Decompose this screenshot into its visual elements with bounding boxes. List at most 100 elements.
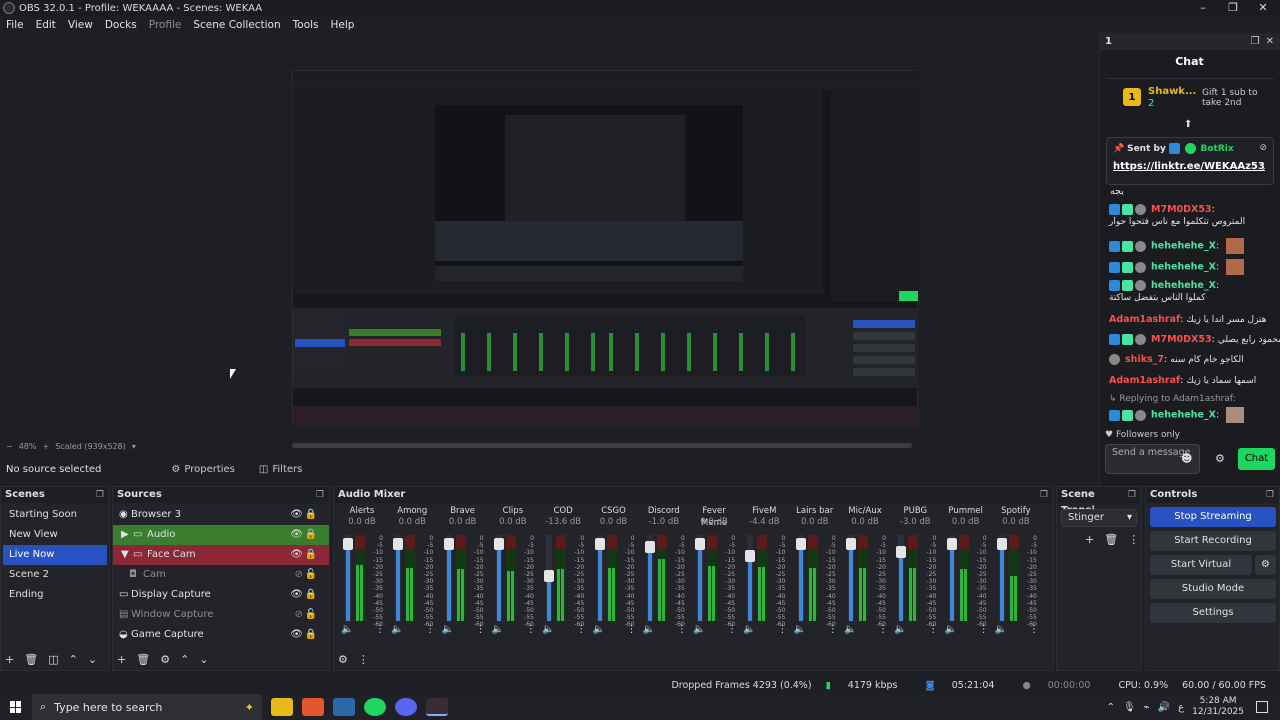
move-down-icon[interactable]: ⌄ bbox=[88, 653, 97, 666]
remove-source-icon[interactable]: 🗑 bbox=[136, 653, 150, 666]
scale-dropdown-icon[interactable]: ▾ bbox=[132, 442, 136, 451]
speaker-icon[interactable]: 🔈 bbox=[894, 624, 906, 635]
windows-start-icon[interactable] bbox=[10, 701, 22, 713]
settings-button[interactable]: Settings bbox=[1150, 603, 1276, 623]
menu-help[interactable]: Help bbox=[331, 19, 355, 31]
move-up-icon[interactable]: ⌃ bbox=[180, 653, 189, 666]
chat-username[interactable]: Adam1ashraf bbox=[1109, 375, 1180, 386]
volume-fader[interactable] bbox=[594, 535, 605, 621]
fader-handle[interactable] bbox=[695, 538, 706, 550]
network-icon[interactable]: ⌁ bbox=[1144, 702, 1150, 713]
scene-item[interactable]: Scene 2 bbox=[3, 565, 107, 585]
fader-handle[interactable] bbox=[996, 538, 1007, 550]
pinned-link[interactable]: https://linktr.ee/WEKAAz53 bbox=[1113, 161, 1265, 172]
chat-dock-tab[interactable]: 1 bbox=[1105, 36, 1112, 47]
volume-icon[interactable]: 🔊 bbox=[1158, 702, 1170, 713]
gift-text[interactable]: Gift 1 sub to take 2nd bbox=[1202, 88, 1270, 108]
move-up-icon[interactable]: ⌃ bbox=[69, 653, 78, 666]
lock-icon[interactable]: 🔒 bbox=[305, 525, 317, 545]
channel-menu-icon[interactable]: ⋮ bbox=[576, 624, 586, 635]
remove-transition-icon[interactable]: 🗑 bbox=[1104, 533, 1118, 546]
chat-username[interactable]: shiks_7 bbox=[1125, 354, 1164, 365]
file-explorer-icon[interactable] bbox=[271, 698, 293, 716]
menu-scene-collection[interactable]: Scene Collection bbox=[193, 19, 280, 31]
hidden-eye-icon[interactable]: ⊘ bbox=[295, 565, 303, 585]
transition-select[interactable]: Stinger ▾ bbox=[1061, 509, 1137, 527]
speaker-icon[interactable]: 🔈 bbox=[743, 624, 755, 635]
chat-settings-icon[interactable]: ⚙ bbox=[1215, 452, 1225, 465]
tray-overflow-icon[interactable]: ⌃ bbox=[1107, 702, 1115, 713]
channel-menu-icon[interactable]: ⋮ bbox=[979, 624, 989, 635]
fader-handle[interactable] bbox=[594, 538, 605, 550]
scenes-undock-icon[interactable]: ❐ bbox=[96, 487, 104, 503]
channel-menu-icon[interactable]: ⋮ bbox=[828, 624, 838, 635]
unpin-icon[interactable]: ⊘ bbox=[1259, 143, 1267, 153]
scene-item-selected[interactable]: Live Now bbox=[3, 545, 107, 565]
source-item-facecam-group[interactable]: ▼ ▭ Face Cam 👁 🔒 bbox=[113, 545, 329, 565]
chat-username[interactable]: hehehehe_X bbox=[1151, 262, 1216, 273]
visibility-eye-icon[interactable]: 👁 bbox=[290, 525, 303, 545]
source-properties-icon[interactable]: ⚙ bbox=[160, 653, 170, 666]
start-virtual-camera-button[interactable]: Start Virtual Camera bbox=[1150, 555, 1252, 590]
menu-profile[interactable]: Profile bbox=[149, 19, 182, 31]
fader-handle[interactable] bbox=[443, 538, 454, 550]
fader-handle[interactable] bbox=[644, 541, 655, 553]
pinned-expand-icon[interactable]: ⌄ bbox=[1259, 163, 1267, 173]
speaker-icon[interactable]: 🔈 bbox=[442, 624, 454, 635]
fader-handle[interactable] bbox=[846, 538, 856, 550]
remove-scene-icon[interactable]: 🗑 bbox=[24, 653, 38, 666]
chat-dock-float-icon[interactable]: ❐ bbox=[1251, 36, 1260, 47]
volume-fader[interactable] bbox=[896, 535, 907, 621]
volume-fader[interactable] bbox=[846, 535, 856, 621]
channel-menu-icon[interactable]: ⋮ bbox=[526, 624, 536, 635]
scene-item[interactable]: Ending bbox=[3, 585, 107, 605]
restore-icon[interactable]: ❐ bbox=[1216, 0, 1250, 16]
channel-menu-icon[interactable]: ⋮ bbox=[878, 624, 888, 635]
volume-fader[interactable] bbox=[443, 535, 454, 621]
fader-handle[interactable] bbox=[946, 538, 957, 550]
speaker-icon[interactable]: 🔈 bbox=[341, 624, 353, 635]
emote-picker-icon[interactable]: ☻ bbox=[1181, 452, 1192, 465]
volume-fader[interactable] bbox=[493, 535, 504, 621]
volume-fader[interactable] bbox=[996, 535, 1007, 621]
channel-menu-icon[interactable]: ⋮ bbox=[928, 624, 938, 635]
scene-item[interactable]: Starting Soon bbox=[3, 505, 107, 525]
muted-speaker-icon[interactable]: 🔈 bbox=[995, 624, 1007, 635]
source-item-audio-group[interactable]: ▶ ▭ Audio 👁 🔒 bbox=[113, 525, 329, 545]
start-recording-button[interactable]: Start Recording bbox=[1150, 531, 1276, 551]
stop-streaming-button[interactable]: Stop Streaming bbox=[1150, 507, 1276, 527]
chat-username[interactable]: M7M0DX53 bbox=[1151, 204, 1212, 215]
gifter-name[interactable]: Shawk... bbox=[1148, 86, 1196, 97]
steam-icon[interactable] bbox=[333, 698, 355, 716]
expand-arrow-icon[interactable]: ▶ bbox=[121, 525, 129, 545]
channel-menu-icon[interactable]: ⋮ bbox=[777, 624, 787, 635]
source-item-window-capture[interactable]: ▤ Window Capture ⊘ 🔓 bbox=[113, 605, 329, 625]
clock[interactable]: 5:28 AM 12/31/2025 bbox=[1192, 696, 1244, 718]
speaker-icon[interactable]: 🔈 bbox=[492, 624, 504, 635]
visibility-eye-icon[interactable]: 👁 bbox=[290, 545, 303, 565]
chat-username[interactable]: hehehehe_X bbox=[1151, 410, 1216, 421]
visibility-eye-icon[interactable]: 👁 bbox=[290, 505, 303, 525]
zoom-out-icon[interactable]: − bbox=[6, 442, 13, 451]
lock-icon[interactable]: 🔒 bbox=[305, 625, 317, 645]
add-source-icon[interactable]: + bbox=[117, 653, 126, 666]
mixer-menu-icon[interactable]: ⋮ bbox=[358, 653, 369, 666]
fader-handle[interactable] bbox=[795, 538, 806, 550]
volume-fader[interactable] bbox=[393, 535, 404, 621]
controls-undock-icon[interactable]: ❐ bbox=[1266, 487, 1274, 503]
channel-menu-icon[interactable]: ⋮ bbox=[476, 624, 486, 635]
zoom-in-icon[interactable]: + bbox=[42, 442, 49, 451]
minimize-icon[interactable]: – bbox=[1186, 0, 1220, 16]
collapse-arrow-icon[interactable]: ▼ bbox=[121, 545, 129, 565]
volume-fader[interactable] bbox=[695, 535, 706, 621]
mixer-undock-icon[interactable]: ❐ bbox=[1040, 487, 1048, 503]
speaker-icon[interactable]: 🔈 bbox=[542, 624, 554, 635]
taskbar-search[interactable]: ⌕ Type here to search ✦ bbox=[32, 694, 262, 720]
fader-handle[interactable] bbox=[493, 538, 504, 550]
volume-fader[interactable] bbox=[644, 535, 655, 621]
channel-menu-icon[interactable]: ⋮ bbox=[425, 624, 435, 635]
fader-handle[interactable] bbox=[745, 550, 756, 562]
microphone-icon[interactable]: 🎙 bbox=[1123, 702, 1136, 713]
speaker-icon[interactable]: 🔈 bbox=[693, 624, 705, 635]
chat-send-button[interactable]: Chat bbox=[1238, 448, 1275, 470]
